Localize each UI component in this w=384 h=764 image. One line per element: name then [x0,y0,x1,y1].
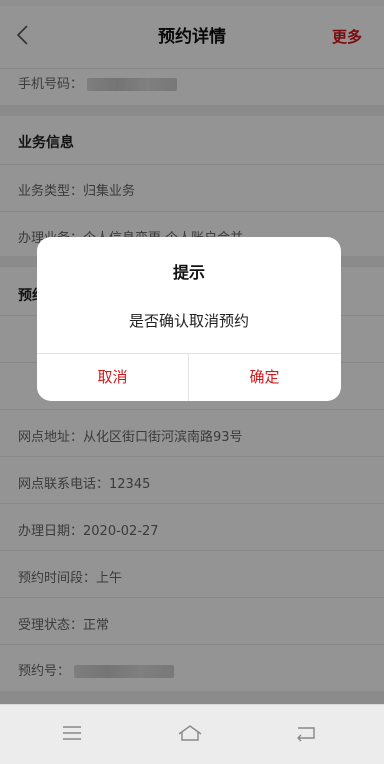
menu-icon [63,726,81,740]
confirm-button[interactable]: 确定 [189,354,340,401]
dialog-message: 是否确认取消预约 [128,312,249,330]
confirm-dialog: 提示 是否确认取消预约 取消 确定 [37,237,341,401]
home-button[interactable] [170,713,210,753]
return-button[interactable] [286,713,326,753]
app-screen: 预约详情 更多 手机号码： 业务信息 业务类型：归集业务 办理业务：个人信息变更… [0,0,384,764]
menu-button[interactable] [52,713,92,753]
return-icon [297,727,315,742]
dialog-title: 提示 [172,263,205,282]
system-navigation-bar [0,704,384,764]
cancel-button[interactable]: 取消 [37,354,188,401]
home-icon [178,725,202,741]
